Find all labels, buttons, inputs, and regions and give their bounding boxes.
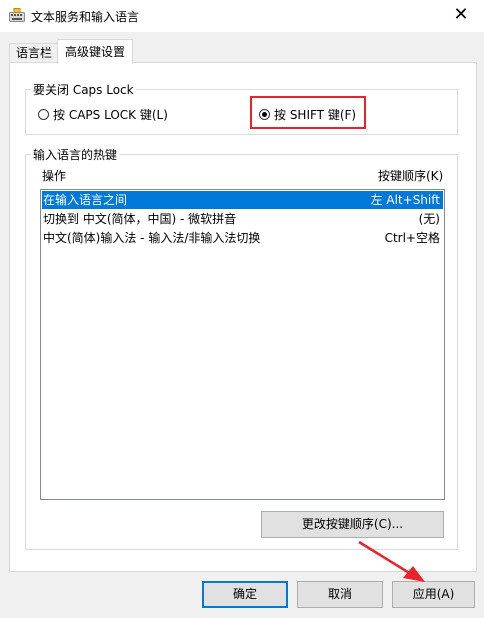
list-item-action: 切换到 中文(简体，中国) - 微软拼音 <box>43 212 237 226</box>
close-icon: ✕ <box>453 4 469 25</box>
list-item[interactable]: 在输入语言之间 左 Alt+Shift <box>42 191 443 209</box>
list-item-keys: (无) <box>418 212 440 226</box>
list-item[interactable]: 切换到 中文(简体，中国) - 微软拼音 (无) <box>42 210 443 228</box>
title-bar: 文本服务和输入语言 ✕ <box>0 0 484 32</box>
tab-language-bar[interactable]: 语言栏 <box>9 43 60 63</box>
list-item-action: 在输入语言之间 <box>43 193 128 207</box>
list-item-keys: Ctrl+空格 <box>384 231 440 245</box>
annotation-arrow-icon <box>358 540 425 582</box>
radio-caps-lock-label: 按 CAPS LOCK 键(L) <box>53 108 168 122</box>
list-item-action: 中文(简体)输入法 - 输入法/非输入法切换 <box>43 231 261 245</box>
radio-circle-icon <box>38 109 49 120</box>
apply-button[interactable]: 应用(A) <box>392 581 475 608</box>
column-header-action: 操作 <box>42 169 67 183</box>
hotkey-list[interactable]: 在输入语言之间 左 Alt+Shift 切换到 中文(简体，中国) - 微软拼音… <box>40 189 445 500</box>
radio-caps-lock-key[interactable]: 按 CAPS LOCK 键(L) <box>38 106 168 123</box>
cancel-button[interactable]: 取消 <box>297 581 383 608</box>
tab-advanced-key-settings[interactable]: 高级键设置 <box>57 39 134 64</box>
list-item[interactable]: 中文(简体)输入法 - 输入法/非输入法切换 Ctrl+空格 <box>42 229 443 247</box>
keyboard-icon <box>9 8 25 22</box>
column-header-key-sequence: 按键顺序(K) <box>378 169 444 183</box>
list-item-keys: 左 Alt+Shift <box>370 193 440 207</box>
change-key-sequence-button[interactable]: 更改按键顺序(C)... <box>261 511 444 538</box>
annotation-highlight-box <box>250 96 366 129</box>
caps-lock-group-title: 要关闭 Caps Lock <box>31 81 136 98</box>
hotkey-group-title: 输入语言的热键 <box>31 146 120 163</box>
close-button[interactable]: ✕ <box>438 0 484 32</box>
window-title: 文本服务和输入语言 <box>31 10 140 24</box>
ok-button[interactable]: 确定 <box>202 581 288 608</box>
